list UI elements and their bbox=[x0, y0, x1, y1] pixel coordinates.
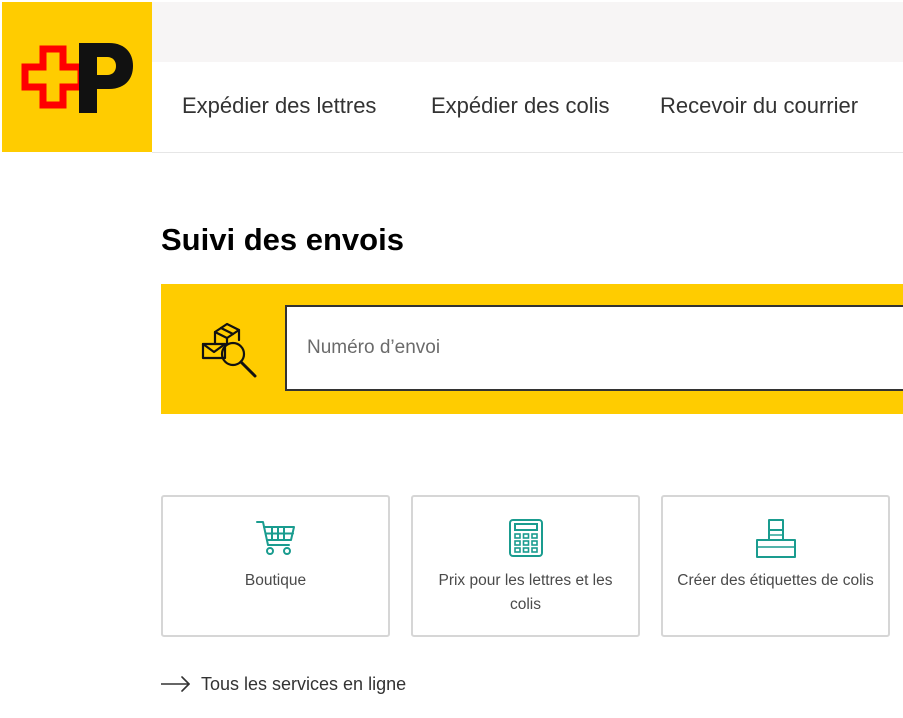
arrow-right-icon bbox=[161, 676, 190, 692]
tile-label: Créer des étiquettes de colis bbox=[677, 572, 874, 589]
stacked-parcels-icon bbox=[755, 519, 796, 558]
all-services-label: Tous les services en ligne bbox=[201, 673, 407, 694]
tile-prices[interactable]: Prix pour les lettres et les colis bbox=[411, 495, 640, 637]
post-logo[interactable] bbox=[2, 2, 152, 152]
parcel-search-icon bbox=[201, 322, 257, 378]
page-title: Suivi des envois bbox=[161, 222, 404, 257]
calculator-icon bbox=[508, 519, 543, 557]
top-bar bbox=[152, 2, 903, 62]
tracking-search-band bbox=[161, 284, 903, 414]
nav-item-receive-mail[interactable]: Recevoir du courrier bbox=[660, 93, 858, 119]
tile-shop[interactable]: Boutique bbox=[161, 495, 390, 637]
nav-item-send-letters[interactable]: Expédier des lettres bbox=[182, 93, 376, 119]
swiss-post-logo-icon bbox=[21, 43, 133, 113]
nav-item-send-parcels[interactable]: Expédier des colis bbox=[431, 93, 610, 119]
tile-label: Prix pour les lettres et les colis bbox=[438, 572, 613, 613]
tile-label: Boutique bbox=[244, 572, 307, 589]
tracking-number-input[interactable] bbox=[285, 305, 903, 391]
all-services-link[interactable]: Tous les services en ligne bbox=[161, 670, 406, 698]
tile-parcel-labels[interactable]: Créer des étiquettes de colis bbox=[661, 495, 890, 637]
shopping-cart-icon bbox=[255, 521, 295, 555]
main-nav: Expédier des lettres Expédier des colis … bbox=[152, 62, 903, 153]
